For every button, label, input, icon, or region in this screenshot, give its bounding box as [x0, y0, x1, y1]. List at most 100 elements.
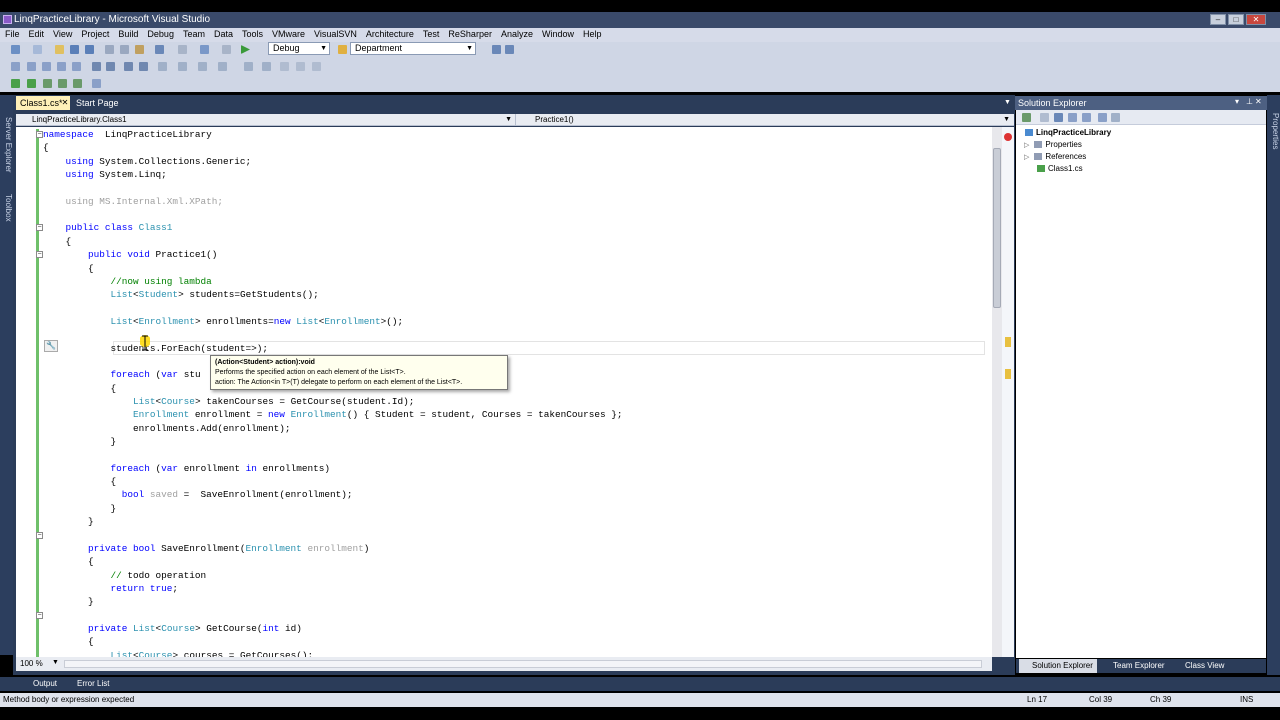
tree-item-references[interactable]: ▷ References	[1024, 151, 1086, 163]
code-line[interactable]: namespace LinqPracticeLibrary	[43, 128, 212, 141]
horizontal-scrollbar[interactable]	[64, 660, 982, 668]
increase-indent-icon[interactable]	[106, 62, 115, 71]
menu-debug[interactable]: Debug	[142, 28, 178, 39]
save-all-icon[interactable]	[85, 45, 94, 54]
undo-icon[interactable]	[155, 45, 164, 54]
maximize-button[interactable]: □	[1228, 14, 1244, 25]
code-line[interactable]: using System.Linq;	[43, 168, 167, 181]
minimize-button[interactable]: –	[1210, 14, 1226, 25]
tab-start-page[interactable]: Start Page	[72, 96, 142, 110]
code-editor[interactable]: − − − − − namespace LinqPracticeLibrary { usi…	[16, 127, 992, 657]
paste-icon[interactable]	[135, 45, 144, 54]
view-designer-icon[interactable]	[1082, 113, 1091, 122]
properties-tab[interactable]: Properties	[1267, 109, 1280, 153]
show-all-files-icon[interactable]	[1040, 113, 1049, 122]
code-line[interactable]: Enrollment enrollment = new Enrollment()…	[43, 408, 622, 421]
code-line[interactable]: {	[43, 555, 94, 568]
pin-icon[interactable]: ⊥	[1246, 97, 1253, 106]
hex-display-icon[interactable]	[92, 79, 101, 88]
menu-test[interactable]: Test	[418, 28, 444, 39]
start-debugging-icon[interactable]	[241, 45, 250, 54]
tab-solution-explorer[interactable]: Solution Explorer	[1019, 659, 1097, 673]
code-line[interactable]: using MS.Internal.Xml.XPath;	[43, 195, 224, 208]
menu-data[interactable]: Data	[209, 28, 237, 39]
start-icon[interactable]	[11, 79, 20, 88]
add-item-icon[interactable]	[33, 45, 42, 54]
menu-vmware[interactable]: VMware	[267, 28, 309, 39]
code-line[interactable]: {	[43, 235, 72, 248]
collapse-region-icon[interactable]: −	[36, 224, 43, 232]
code-line[interactable]: // todo operation	[43, 569, 207, 582]
menu-edit[interactable]: Edit	[24, 28, 49, 39]
new-project-icon[interactable]	[11, 45, 20, 54]
next-document-icon[interactable]	[296, 62, 305, 71]
error-indicator-icon[interactable]	[1004, 133, 1012, 141]
collapse-region-icon[interactable]: −	[36, 611, 43, 619]
tree-item-properties[interactable]: ▷ Properties	[1024, 139, 1082, 151]
properties-icon[interactable]	[1022, 113, 1031, 122]
step-over-icon[interactable]	[58, 79, 67, 88]
save-icon[interactable]	[70, 45, 79, 54]
code-line[interactable]: }	[43, 515, 94, 528]
close-button[interactable]: ✕	[1246, 14, 1266, 25]
menu-team[interactable]: Team	[178, 28, 209, 39]
code-line[interactable]: {	[43, 475, 117, 488]
collapse-region-icon[interactable]: −	[36, 251, 43, 259]
window-position-icon[interactable]: ▾	[1235, 97, 1239, 106]
chevron-down-icon[interactable]: ▼	[52, 659, 59, 666]
quick-info-icon[interactable]	[42, 62, 51, 71]
menu-analyze[interactable]: Analyze	[496, 28, 537, 39]
comment-out-icon[interactable]	[124, 62, 133, 71]
menu-visualsvn[interactable]: VisualSVN	[309, 28, 361, 39]
code-line[interactable]: return true;	[43, 582, 179, 595]
collapse-region-icon[interactable]: −	[36, 131, 43, 138]
code-line[interactable]: }	[43, 435, 117, 448]
previous-bookmark-icon[interactable]	[178, 62, 187, 71]
code-line[interactable]: students.ForEach(student=>);	[43, 342, 269, 355]
menu-window[interactable]: Window	[537, 28, 578, 39]
code-line[interactable]: foreach (var stu	[43, 368, 201, 381]
refresh-icon[interactable]	[1054, 113, 1063, 122]
toolbar-options-icon[interactable]	[312, 62, 321, 71]
member-dropdown[interactable]: Practice1() ▼	[519, 114, 1014, 126]
solution-configuration-select[interactable]: Debug ▼	[268, 42, 330, 55]
menu-build[interactable]: Build	[113, 28, 142, 39]
code-line[interactable]: List<Enrollment> enrollments=new List<En…	[43, 315, 404, 328]
smart-tag-wrench-icon[interactable]: 🔧	[44, 340, 58, 352]
code-line[interactable]: }	[43, 502, 117, 515]
collapse-region-icon[interactable]: −	[36, 531, 43, 539]
tab-class-view[interactable]: Class View	[1172, 659, 1232, 673]
code-line[interactable]: public void Practice1()	[43, 248, 217, 261]
tab-team-explorer[interactable]: Team Explorer	[1100, 659, 1170, 673]
next-bookmark-icon[interactable]	[198, 62, 207, 71]
open-file-icon[interactable]	[55, 45, 64, 54]
solution-explorer-icon[interactable]	[492, 45, 501, 54]
start-without-debugging-icon[interactable]	[27, 79, 36, 88]
code-line[interactable]: List<Course> courses = GetCourses();	[43, 649, 314, 657]
menu-help[interactable]: Help	[578, 28, 606, 39]
toolbox-tab[interactable]: Toolbox	[0, 187, 13, 229]
code-line[interactable]: enrollments.Add(enrollment);	[43, 422, 291, 435]
code-line[interactable]: //now using lambda	[43, 275, 212, 288]
previous-bookmark-folder-icon[interactable]	[244, 62, 253, 71]
uncomment-icon[interactable]	[139, 62, 148, 71]
next-bookmark-folder-icon[interactable]	[262, 62, 271, 71]
tree-item-class1[interactable]: Class1.cs	[1037, 163, 1083, 175]
clear-bookmarks-icon[interactable]	[218, 62, 227, 71]
tab-error-list[interactable]: Error List	[64, 677, 133, 691]
code-line[interactable]: {	[43, 635, 94, 648]
redo-icon[interactable]	[178, 45, 187, 54]
code-line[interactable]: private bool SaveEnrollment(Enrollment e…	[43, 542, 369, 555]
menu-view[interactable]: View	[48, 28, 76, 39]
code-line[interactable]: public class Class1	[43, 221, 173, 234]
tree-item-project[interactable]: LinqPracticeLibrary	[1025, 127, 1111, 139]
code-line[interactable]: bool saved = SaveEnrollment(enrollment);	[43, 488, 353, 501]
code-line[interactable]: {	[43, 262, 94, 275]
toggle-bookmark-icon[interactable]	[158, 62, 167, 71]
expand-icon[interactable]: ▷	[1024, 142, 1029, 149]
server-explorer-tab[interactable]: Server Explorer	[0, 109, 13, 181]
code-line[interactable]: {	[43, 382, 117, 395]
menu-tools[interactable]: Tools	[237, 28, 267, 39]
parameter-info-icon[interactable]	[27, 62, 36, 71]
code-line[interactable]: private List<Course> GetCourse(int id)	[43, 622, 302, 635]
